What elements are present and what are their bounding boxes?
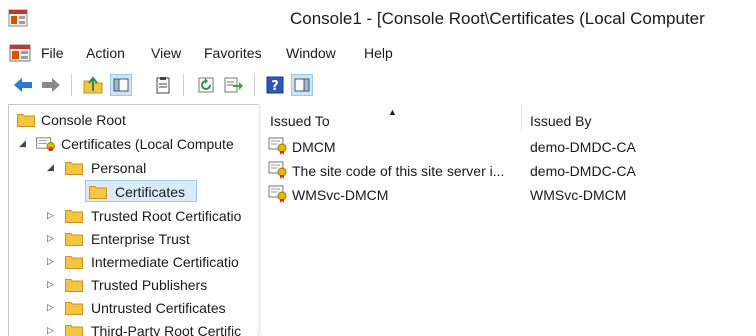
certificate-icon xyxy=(268,137,287,155)
folder-icon xyxy=(17,114,35,127)
pane-splitter[interactable] xyxy=(258,104,261,335)
menu-favorites[interactable]: Favorites xyxy=(204,45,262,61)
tree-item-label: Personal xyxy=(91,160,147,176)
certificate-snapin-icon xyxy=(36,137,55,151)
certificate-icon xyxy=(268,161,287,179)
collapsed-arrow-icon[interactable]: ▷ xyxy=(47,257,55,266)
cell-issued-to: The site code of this site server i... xyxy=(292,163,505,179)
tree-item-label: Trusted Root Certificatio xyxy=(91,208,242,224)
forward-arrow-icon[interactable] xyxy=(40,74,62,96)
tree-item-label: Untrusted Certificates xyxy=(91,300,226,316)
tree-item-store[interactable]: ▷ Enterprise Trust xyxy=(45,228,255,250)
window-title: Console1 - [Console Root\Certificates (L… xyxy=(290,9,705,28)
refresh-icon[interactable] xyxy=(195,74,217,96)
tree-item-store[interactable]: ▷ Trusted Root Certificatio xyxy=(45,205,255,227)
tree-item-store[interactable]: ▷ Intermediate Certificatio xyxy=(45,251,255,273)
menu-view[interactable]: View xyxy=(151,45,181,61)
svg-text:?: ? xyxy=(271,79,279,94)
tree-item-label: Certificates xyxy=(115,184,186,200)
toolbar-separator xyxy=(183,74,184,96)
show-hide-tree-icon[interactable] xyxy=(110,74,132,96)
cell-issued-by: demo-DMDC-CA xyxy=(530,163,636,179)
tree-item-label: Intermediate Certificatio xyxy=(91,254,239,270)
tree-item-label: Enterprise Trust xyxy=(91,231,190,247)
cell-issued-by: WMSvc-DMCM xyxy=(530,187,627,203)
back-arrow-icon[interactable] xyxy=(12,74,34,96)
column-header-label: Issued To xyxy=(270,113,330,129)
collapsed-arrow-icon[interactable]: ▷ xyxy=(47,303,55,312)
mmc-app-icon[interactable] xyxy=(8,8,28,28)
folder-icon xyxy=(65,325,83,336)
clipboard-icon[interactable] xyxy=(152,74,174,96)
tree-item-label: Trusted Publishers xyxy=(91,277,208,293)
cell-issued-to: WMSvc-DMCM xyxy=(292,187,389,203)
tree-item-label: Certificates (Local Compute xyxy=(61,136,234,152)
table-row[interactable]: DMCM demo-DMDC-CA xyxy=(268,135,754,158)
tree-item-store[interactable]: ▷ Untrusted Certificates xyxy=(45,297,255,319)
cell-issued-to: DMCM xyxy=(292,139,336,155)
folder-icon xyxy=(65,162,83,175)
toolbar-separator xyxy=(254,74,255,96)
menu-file[interactable]: File xyxy=(41,45,64,61)
menu-window[interactable]: Window xyxy=(286,45,336,61)
help-icon[interactable]: ? xyxy=(264,74,286,96)
table-row[interactable]: The site code of this site server i... d… xyxy=(268,159,754,182)
menu-help[interactable]: Help xyxy=(364,45,393,61)
cell-issued-by: demo-DMDC-CA xyxy=(530,139,636,155)
expanded-arrow-icon[interactable]: ◢ xyxy=(19,139,27,148)
up-folder-icon[interactable] xyxy=(82,74,104,96)
folder-icon xyxy=(65,279,83,292)
expanded-arrow-icon[interactable]: ◢ xyxy=(47,163,55,172)
title-bar[interactable]: Console1 - [Console Root\Certificates (L… xyxy=(0,0,756,38)
collapsed-arrow-icon[interactable]: ▷ xyxy=(47,234,55,243)
folder-icon xyxy=(89,186,107,199)
folder-icon xyxy=(65,256,83,269)
column-header-issued-by[interactable]: Issued By xyxy=(522,104,756,131)
tree-item-label: Third-Party Root Certific xyxy=(91,323,242,336)
folder-icon xyxy=(65,233,83,246)
system-menu-icon[interactable] xyxy=(8,42,32,64)
export-list-icon[interactable] xyxy=(223,74,245,96)
column-header-label: Issued By xyxy=(530,113,592,129)
tree-item-personal-certificates[interactable]: Certificates xyxy=(89,181,199,203)
tree-item-console-root[interactable]: Console Root xyxy=(15,109,255,131)
certificate-icon xyxy=(268,185,287,203)
tree-item-store[interactable]: ▷ Trusted Publishers xyxy=(45,274,255,296)
tree-item-store[interactable]: ▷ Third-Party Root Certific xyxy=(45,320,255,336)
folder-icon xyxy=(65,302,83,315)
collapsed-arrow-icon[interactable]: ▷ xyxy=(47,280,55,289)
tree-item-certificates-local-computer[interactable]: ◢ Certificates (Local Compute xyxy=(15,133,255,155)
action-pane-icon[interactable] xyxy=(291,74,313,96)
column-header-issued-to[interactable]: ▲ Issued To xyxy=(262,104,522,131)
collapsed-arrow-icon[interactable]: ▷ xyxy=(47,326,55,335)
menu-action[interactable]: Action xyxy=(86,45,125,61)
table-row[interactable]: WMSvc-DMCM WMSvc-DMCM xyxy=(268,183,754,206)
collapsed-arrow-icon[interactable]: ▷ xyxy=(47,211,55,220)
tree-item-label: Console Root xyxy=(41,112,126,128)
console-tree[interactable]: Console Root ◢ Certificates (Local Compu… xyxy=(8,104,259,336)
folder-icon xyxy=(65,210,83,223)
sort-ascending-icon: ▲ xyxy=(388,107,397,117)
tree-item-personal[interactable]: ◢ Personal xyxy=(45,157,255,179)
toolbar-separator xyxy=(71,74,72,96)
